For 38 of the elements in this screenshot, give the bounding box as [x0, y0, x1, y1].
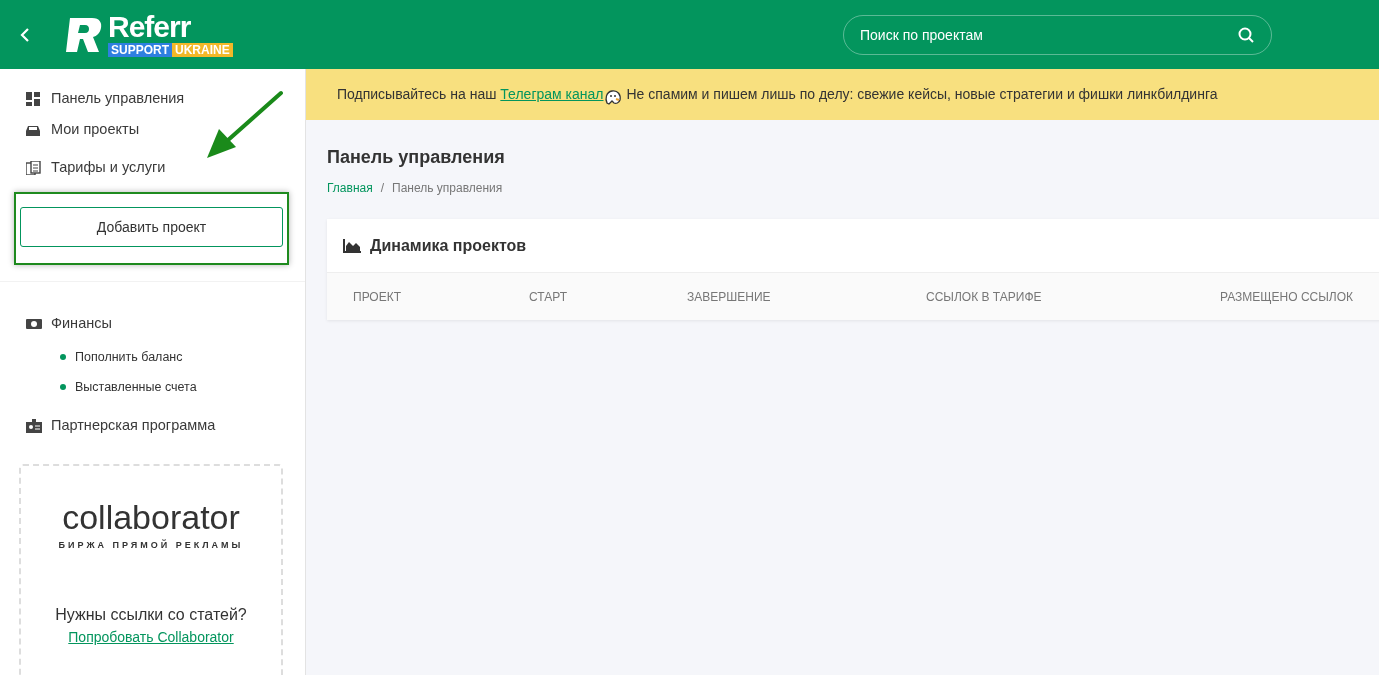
collaborator-logo: collaborator: [61, 500, 241, 534]
submenu-item[interactable]: Пополнить баланс: [0, 342, 305, 372]
column-header: СТАРТ: [529, 288, 568, 306]
back-icon: [20, 26, 30, 43]
column-header: РАЗМЕЩЕНО ССЫЛОК: [1220, 288, 1355, 306]
ghost-sticker-icon: [604, 88, 623, 105]
promo-question: Нужны ссылки со статей?: [54, 604, 248, 625]
nav-item[interactable]: Тарифы и услуги: [0, 158, 305, 178]
area-chart-icon: [343, 238, 361, 253]
search-icon[interactable]: [1238, 26, 1254, 43]
logo-badge-text: UKRAINE: [172, 43, 233, 57]
column-header: ЗАВЕРШЕНИЕ: [687, 288, 772, 306]
column-header: ПРОЕКТ: [353, 288, 403, 306]
page-title: Панель управления: [327, 146, 506, 169]
inbox-icon: [26, 123, 42, 137]
add-project-button[interactable]: Добавить проект: [20, 207, 283, 247]
submenu-item[interactable]: Выставленные счета: [0, 372, 305, 402]
banknote-icon: [26, 317, 42, 331]
grid-icon: [26, 92, 42, 106]
r-logo-icon: [64, 17, 102, 52]
breadcrumb-separator: /: [380, 180, 385, 197]
logo-text[interactable]: Referr: [108, 12, 191, 42]
documents-icon: [26, 161, 42, 175]
breadcrumb-link[interactable]: Главная: [327, 179, 373, 197]
column-header: ССЫЛОК В ТАРИФЕ: [926, 288, 1043, 306]
notice-text: Подписывайтесь на наш Телеграм канал Не спамим и пишем лишь по делу: свежие кейсы, новые стратегии и фишки линкбилдинга: [337, 84, 1218, 105]
nav-item[interactable]: Финансы: [0, 314, 305, 334]
try-collaborator-link[interactable]: Попробовать Collaborator: [68, 628, 234, 645]
bullet-icon: [60, 354, 66, 360]
card-title: Динамика проектов: [370, 235, 527, 256]
breadcrumb-current: Панель управления: [392, 180, 503, 197]
nav-item[interactable]: Панель управления: [0, 89, 305, 109]
nav-item[interactable]: Партнерская программа: [0, 416, 305, 436]
nav-item[interactable]: Мои проекты: [0, 120, 305, 140]
logo-tagline: БИРЖА ПРЯМОЙ РЕКЛАМЫ: [57, 539, 245, 552]
id-badge-icon: [26, 419, 42, 433]
logo-badge-text: SUPPORT: [108, 43, 172, 57]
bullet-icon: [60, 384, 66, 390]
